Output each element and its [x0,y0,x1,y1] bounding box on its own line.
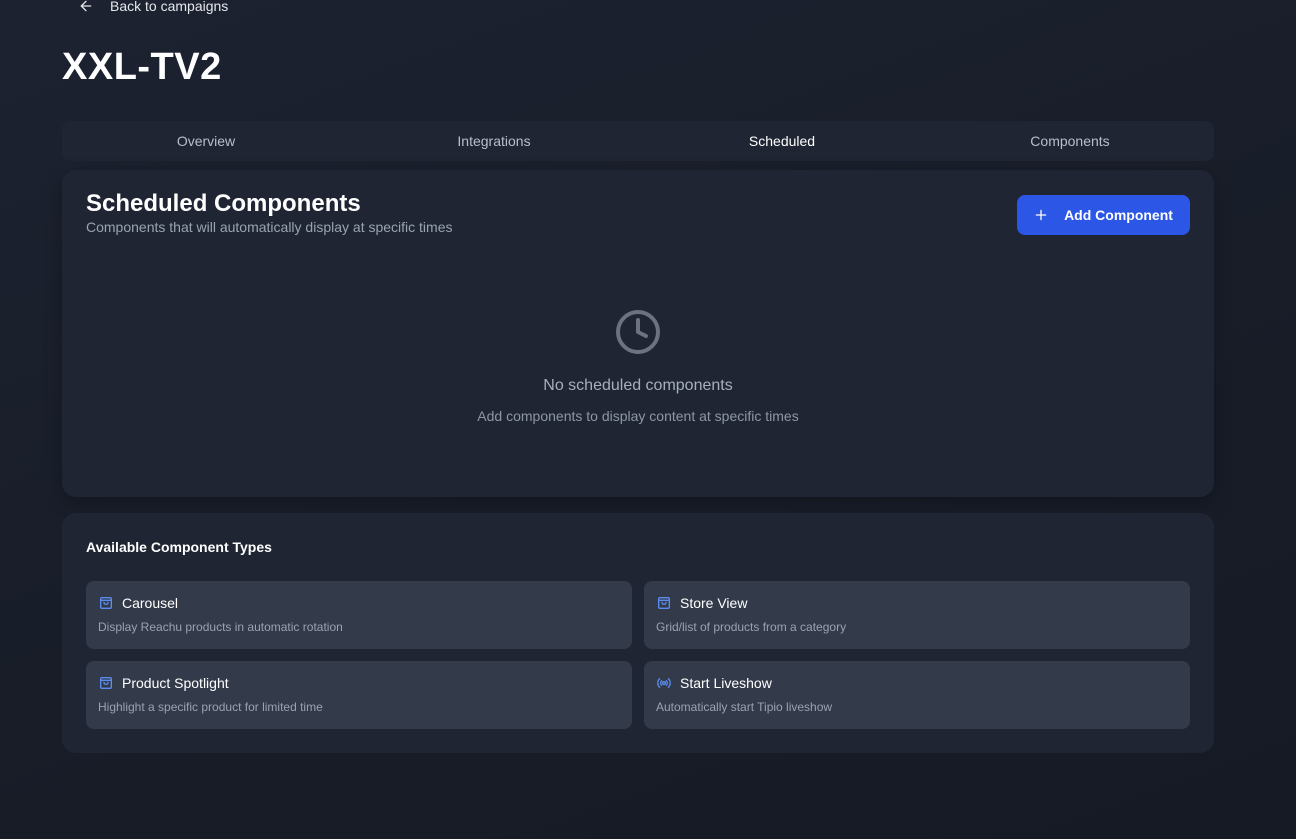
page-title: XXL-TV2 [62,46,222,88]
component-type-name: Store View [680,595,748,611]
empty-state-title: No scheduled components [543,377,733,394]
tab-bar: Overview Integrations Scheduled Componen… [62,121,1214,161]
clock-icon [616,310,660,354]
empty-state: No scheduled components Add components t… [62,308,1214,424]
broadcast-icon [657,678,671,688]
shopping-bag-icon [658,597,670,609]
component-type-description: Display Reachu products in automatic rot… [98,620,343,634]
empty-state-subtitle: Add components to display content at spe… [477,408,799,424]
shopping-bag-icon [100,597,112,609]
shopping-bag-icon [100,677,112,689]
add-component-button[interactable]: Add Component [1017,195,1190,235]
component-type-name: Product Spotlight [122,675,229,691]
panel-title: Scheduled Components [86,190,361,217]
component-type-store-view[interactable]: Store View Grid/list of products from a … [644,581,1190,649]
campaign-page: Back to campaigns XXL-TV2 Overview Integ… [0,0,1296,839]
component-type-description: Automatically start Tipio liveshow [656,700,833,714]
component-type-carousel[interactable]: Carousel Display Reachu products in auto… [86,581,632,649]
plus-icon [1035,209,1047,221]
component-type-description: Highlight a specific product for limited… [98,700,323,714]
back-label: Back to campaigns [110,0,229,14]
component-type-grid: Carousel Display Reachu products in auto… [86,581,1190,729]
component-type-name: Carousel [122,595,179,611]
arrow-left-icon [80,0,92,12]
available-component-types-panel: Available Component Types Carousel Displ… [62,513,1214,753]
component-type-name: Start Liveshow [680,675,772,691]
tab-overview[interactable]: Overview [62,121,350,161]
component-type-product-spotlight[interactable]: Product Spotlight Highlight a specific p… [86,661,632,729]
tab-components[interactable]: Components [926,121,1214,161]
back-to-campaigns-link[interactable]: Back to campaigns [78,0,228,17]
component-type-start-liveshow[interactable]: Start Liveshow Automatically start Tipio… [644,661,1190,729]
tab-integrations[interactable]: Integrations [350,121,638,161]
add-component-label: Add Component [1064,207,1173,223]
panel-subtitle: Components that will automatically displ… [86,219,453,235]
scheduled-components-panel: Scheduled Components Components that wil… [62,170,1214,497]
available-types-title: Available Component Types [86,539,272,555]
tab-scheduled[interactable]: Scheduled [638,121,926,161]
component-type-description: Grid/list of products from a category [656,620,847,634]
